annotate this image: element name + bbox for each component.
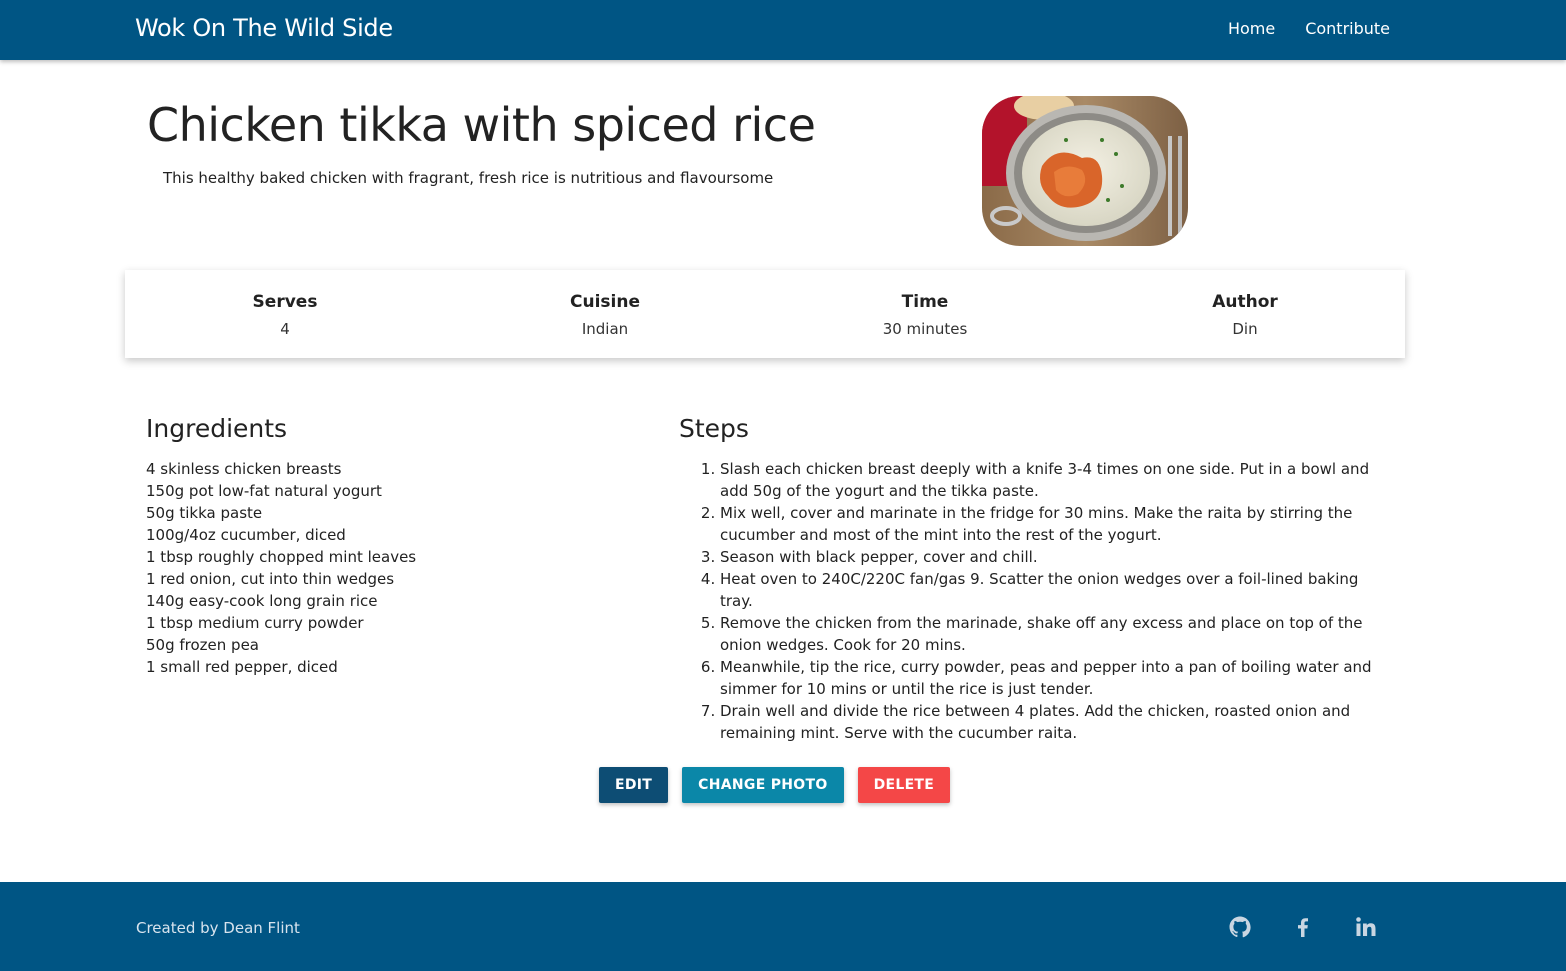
recipe-title: Chicken tikka with spiced rice <box>147 98 816 152</box>
social-links <box>1228 915 1378 939</box>
recipe-photo <box>982 96 1188 246</box>
edit-button[interactable]: EDIT <box>599 767 669 803</box>
step-item: Remove the chicken from the marinade, sh… <box>720 612 1379 656</box>
github-icon[interactable] <box>1228 915 1252 939</box>
step-item: Slash each chicken breast deeply with a … <box>720 458 1379 502</box>
nav-contribute-link[interactable]: Contribute <box>1305 19 1390 38</box>
info-value: Din <box>1232 320 1258 338</box>
ingredients-list: 4 skinless chicken breasts 150g pot low-… <box>146 458 416 678</box>
recipe-info-card: Serves 4 Cuisine Indian Time 30 minutes … <box>125 270 1405 358</box>
steps-heading: Steps <box>679 414 749 443</box>
steps-list: Slash each chicken breast deeply with a … <box>679 458 1379 744</box>
ingredient-item: 100g/4oz cucumber, diced <box>146 526 346 544</box>
nav-links: Home Contribute <box>1228 19 1390 38</box>
info-label: Serves <box>252 292 318 312</box>
navbar: Wok On The Wild Side Home Contribute <box>0 0 1566 60</box>
change-photo-button[interactable]: CHANGE PHOTO <box>682 767 844 803</box>
info-time: Time 30 minutes <box>765 270 1085 358</box>
info-value: Indian <box>581 320 629 338</box>
info-label: Time <box>901 292 949 312</box>
ingredient-item: 1 red onion, cut into thin wedges <box>146 570 395 588</box>
linkedin-icon[interactable] <box>1354 915 1378 939</box>
info-value: 4 <box>280 320 290 338</box>
info-label: Cuisine <box>570 292 640 312</box>
step-item: Heat oven to 240C/220C fan/gas 9. Scatte… <box>720 568 1379 612</box>
ingredient-item: 150g pot low-fat natural yogurt <box>146 482 382 500</box>
recipe-photo-image <box>982 96 1188 246</box>
nav-home-link[interactable]: Home <box>1228 19 1275 38</box>
footer: Created by Dean Flint <box>0 882 1566 971</box>
ingredients-heading: Ingredients <box>146 414 288 443</box>
step-item: Drain well and divide the rice between 4… <box>720 700 1379 744</box>
ingredient-item: 1 tbsp roughly chopped mint leaves <box>146 548 417 566</box>
info-cuisine: Cuisine Indian <box>445 270 765 358</box>
info-serves: Serves 4 <box>125 270 445 358</box>
info-value: 30 minutes <box>882 320 968 338</box>
step-item: Mix well, cover and marinate in the frid… <box>720 502 1379 546</box>
brand-logo[interactable]: Wok On The Wild Side <box>135 14 393 42</box>
ingredient-item: 50g tikka paste <box>146 504 263 522</box>
footer-credit: Created by Dean Flint <box>136 919 300 937</box>
ingredient-item: 1 tbsp medium curry powder <box>146 614 364 632</box>
step-item: Season with black pepper, cover and chil… <box>720 546 1379 568</box>
info-author: Author Din <box>1085 270 1405 358</box>
info-label: Author <box>1212 292 1278 312</box>
facebook-icon[interactable] <box>1291 915 1315 939</box>
ingredient-item: 140g easy-cook long grain rice <box>146 592 378 610</box>
ingredient-item: 4 skinless chicken breasts <box>146 460 342 478</box>
ingredient-item: 1 small red pepper, diced <box>146 658 338 676</box>
delete-button[interactable]: DELETE <box>857 767 951 803</box>
recipe-description: This healthy baked chicken with fragrant… <box>163 169 774 187</box>
ingredient-item: 50g frozen pea <box>146 636 259 654</box>
recipe-actions: EDIT CHANGE PHOTO DELETE <box>599 767 951 803</box>
step-item: Meanwhile, tip the rice, curry powder, p… <box>720 656 1379 700</box>
